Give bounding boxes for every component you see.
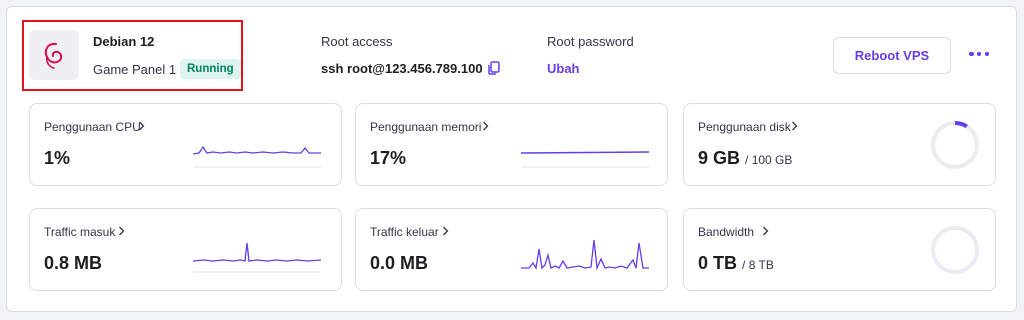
traffic-out-title: Traffic keluar	[370, 225, 439, 239]
change-password-link[interactable]: Ubah	[547, 61, 580, 76]
disk-usage-value: 9 GB / 100 GB	[698, 148, 793, 168]
root-access-label: Root access	[321, 34, 393, 49]
cpu-usage-value: 1%	[44, 148, 71, 168]
disk-usage-total: / 100 GB	[745, 153, 793, 167]
traffic-out-card[interactable]: Traffic keluar 0.0 MB	[355, 208, 668, 291]
highlight-box	[22, 20, 243, 91]
traffic-out-value: 0.0 MB	[370, 253, 429, 273]
chevron-right-icon	[763, 226, 769, 236]
traffic-in-value: 0.8 MB	[44, 253, 103, 273]
copy-icon[interactable]	[487, 61, 501, 75]
disk-usage-card[interactable]: Penggunaan disk 9 GB / 100 GB	[683, 103, 996, 186]
memory-usage-value: 17%	[370, 148, 407, 168]
root-access-value: ssh root@123.456.789.100	[321, 61, 483, 76]
memory-usage-card[interactable]: Penggunaan memori 17%	[355, 103, 668, 186]
root-password-label: Root password	[547, 34, 634, 49]
chevron-right-icon	[483, 121, 489, 131]
traffic-in-card[interactable]: Traffic masuk 0.8 MB	[29, 208, 342, 291]
memory-sparkline	[521, 151, 650, 168]
disk-usage-title: Penggunaan disk	[698, 120, 791, 134]
bandwidth-ring	[931, 226, 979, 274]
chevron-right-icon	[139, 121, 145, 131]
cpu-sparkline	[193, 145, 321, 168]
chevron-right-icon	[792, 121, 798, 131]
traffic-in-title: Traffic masuk	[44, 225, 116, 239]
reboot-vps-button[interactable]: Reboot VPS	[833, 37, 951, 74]
traffic-in-sparkline	[193, 242, 322, 273]
more-dots-icon[interactable]	[966, 46, 992, 62]
bandwidth-card[interactable]: Bandwidth 0 TB / 8 TB	[683, 208, 996, 291]
traffic-out-sparkline	[521, 239, 649, 271]
memory-usage-title: Penggunaan memori	[370, 120, 482, 134]
cpu-usage-card[interactable]: Penggunaan CPU 1%	[29, 103, 342, 186]
chevron-right-icon	[443, 226, 449, 236]
disk-usage-ring	[931, 121, 979, 169]
cpu-usage-title: Penggunaan CPU	[44, 120, 141, 134]
bandwidth-title: Bandwidth	[698, 225, 755, 239]
bandwidth-value: 0 TB / 8 TB	[698, 253, 774, 273]
chevron-right-icon	[119, 226, 125, 236]
bandwidth-total: / 8 TB	[742, 258, 774, 272]
